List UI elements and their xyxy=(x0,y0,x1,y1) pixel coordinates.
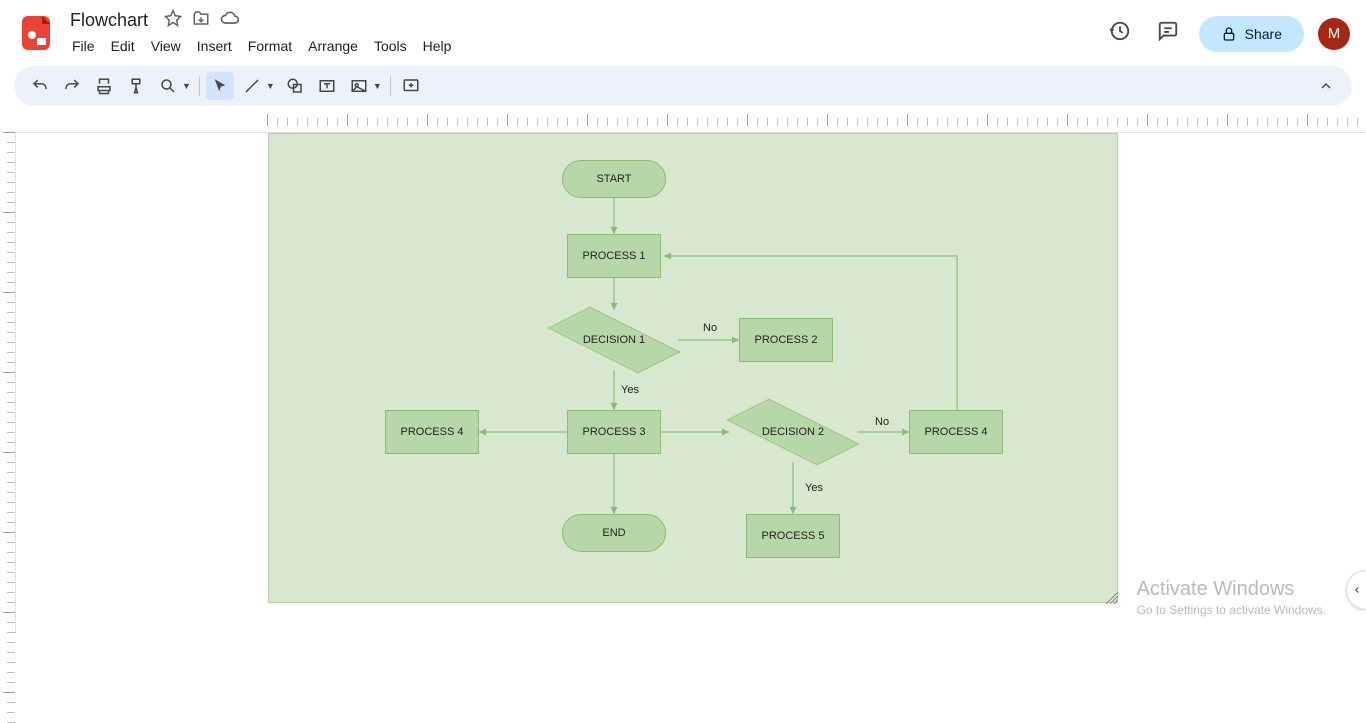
node-label: DECISION 2 xyxy=(762,426,824,438)
vertical-ruler[interactable] xyxy=(0,126,15,633)
watermark-title: Activate Windows xyxy=(1137,578,1326,601)
node-decision-2[interactable]: DECISION 2 xyxy=(729,402,857,462)
node-label: PROCESS 4 xyxy=(401,426,464,438)
node-label: PROCESS 2 xyxy=(755,334,818,346)
menu-insert[interactable]: Insert xyxy=(189,34,240,58)
header-right: Share M xyxy=(1103,14,1350,53)
page-resize-handle[interactable] xyxy=(1106,591,1118,603)
line-tool[interactable] xyxy=(238,72,266,100)
share-button[interactable]: Share xyxy=(1199,16,1304,52)
page-background[interactable]: START PROCESS 1 DECISION 1 PROCESS 2 PRO… xyxy=(268,133,1118,603)
node-label: PROCESS 5 xyxy=(762,530,825,542)
menu-view[interactable]: View xyxy=(143,34,189,58)
node-label: PROCESS 3 xyxy=(583,426,646,438)
toolbar-separator xyxy=(390,76,391,96)
paint-format-button[interactable] xyxy=(122,72,150,100)
node-label: DECISION 1 xyxy=(583,334,645,346)
edge-label-d2-yes[interactable]: Yes xyxy=(805,482,823,494)
lock-icon xyxy=(1221,26,1237,42)
menu-bar: File Edit View Insert Format Arrange Too… xyxy=(64,32,1103,60)
menu-edit[interactable]: Edit xyxy=(103,34,143,58)
node-process-4-right[interactable]: PROCESS 4 xyxy=(909,410,1003,454)
title-row: Flowchart xyxy=(64,8,1103,32)
edge-label-d1-no[interactable]: No xyxy=(703,322,717,334)
zoom-button[interactable] xyxy=(154,72,182,100)
share-label: Share xyxy=(1245,26,1282,42)
history-icon[interactable] xyxy=(1103,14,1137,53)
select-tool[interactable] xyxy=(206,72,234,100)
windows-watermark: Activate Windows Go to Settings to activ… xyxy=(1137,578,1326,617)
menu-file[interactable]: File xyxy=(64,34,103,58)
chevron-down-icon[interactable]: ▼ xyxy=(182,81,191,91)
undo-button[interactable] xyxy=(26,72,54,100)
image-tool[interactable] xyxy=(345,72,373,100)
avatar[interactable]: M xyxy=(1318,18,1350,50)
comments-icon[interactable] xyxy=(1151,14,1185,53)
document-title[interactable]: Flowchart xyxy=(64,8,154,33)
toolbar: ▼ ▼ ▼ xyxy=(14,66,1352,106)
node-start[interactable]: START xyxy=(562,160,666,198)
app-header: Flowchart File Edit View Insert Format A… xyxy=(0,0,1366,64)
horizontal-ruler[interactable] xyxy=(15,110,1366,126)
redo-button[interactable] xyxy=(58,72,86,100)
shape-tool[interactable] xyxy=(281,72,309,100)
node-process-1[interactable]: PROCESS 1 xyxy=(567,234,661,278)
connectors xyxy=(269,134,1117,602)
node-end[interactable]: END xyxy=(562,514,666,552)
node-label: START xyxy=(596,173,631,185)
node-label: PROCESS 1 xyxy=(583,250,646,262)
cloud-saved-icon[interactable] xyxy=(220,8,240,33)
node-label: PROCESS 4 xyxy=(925,426,988,438)
drawing-canvas[interactable]: START PROCESS 1 DECISION 1 PROCESS 2 PRO… xyxy=(15,132,1366,633)
toolbar-separator xyxy=(199,76,200,96)
print-button[interactable] xyxy=(90,72,118,100)
title-block: Flowchart File Edit View Insert Format A… xyxy=(64,8,1103,60)
node-process-4-left[interactable]: PROCESS 4 xyxy=(385,410,479,454)
node-process-2[interactable]: PROCESS 2 xyxy=(739,318,833,362)
edge-label-d2-no[interactable]: No xyxy=(875,416,889,428)
node-decision-1[interactable]: DECISION 1 xyxy=(550,310,678,370)
chevron-down-icon[interactable]: ▼ xyxy=(266,81,275,91)
insert-comment-button[interactable] xyxy=(397,72,425,100)
collapse-toolbar-button[interactable] xyxy=(1312,72,1340,100)
app-logo[interactable] xyxy=(16,12,56,52)
work-area: START PROCESS 1 DECISION 1 PROCESS 2 PRO… xyxy=(0,110,1366,633)
menu-format[interactable]: Format xyxy=(240,34,300,58)
node-label: END xyxy=(602,527,625,539)
chevron-down-icon[interactable]: ▼ xyxy=(373,81,382,91)
node-process-5[interactable]: PROCESS 5 xyxy=(746,514,840,558)
move-icon[interactable] xyxy=(192,9,210,32)
menu-help[interactable]: Help xyxy=(415,34,460,58)
node-process-3[interactable]: PROCESS 3 xyxy=(567,410,661,454)
menu-arrange[interactable]: Arrange xyxy=(300,34,366,58)
textbox-tool[interactable] xyxy=(313,72,341,100)
star-icon[interactable] xyxy=(164,9,182,32)
watermark-subtitle: Go to Settings to activate Windows. xyxy=(1137,603,1326,617)
menu-tools[interactable]: Tools xyxy=(366,34,415,58)
edge-label-d1-yes[interactable]: Yes xyxy=(621,384,639,396)
